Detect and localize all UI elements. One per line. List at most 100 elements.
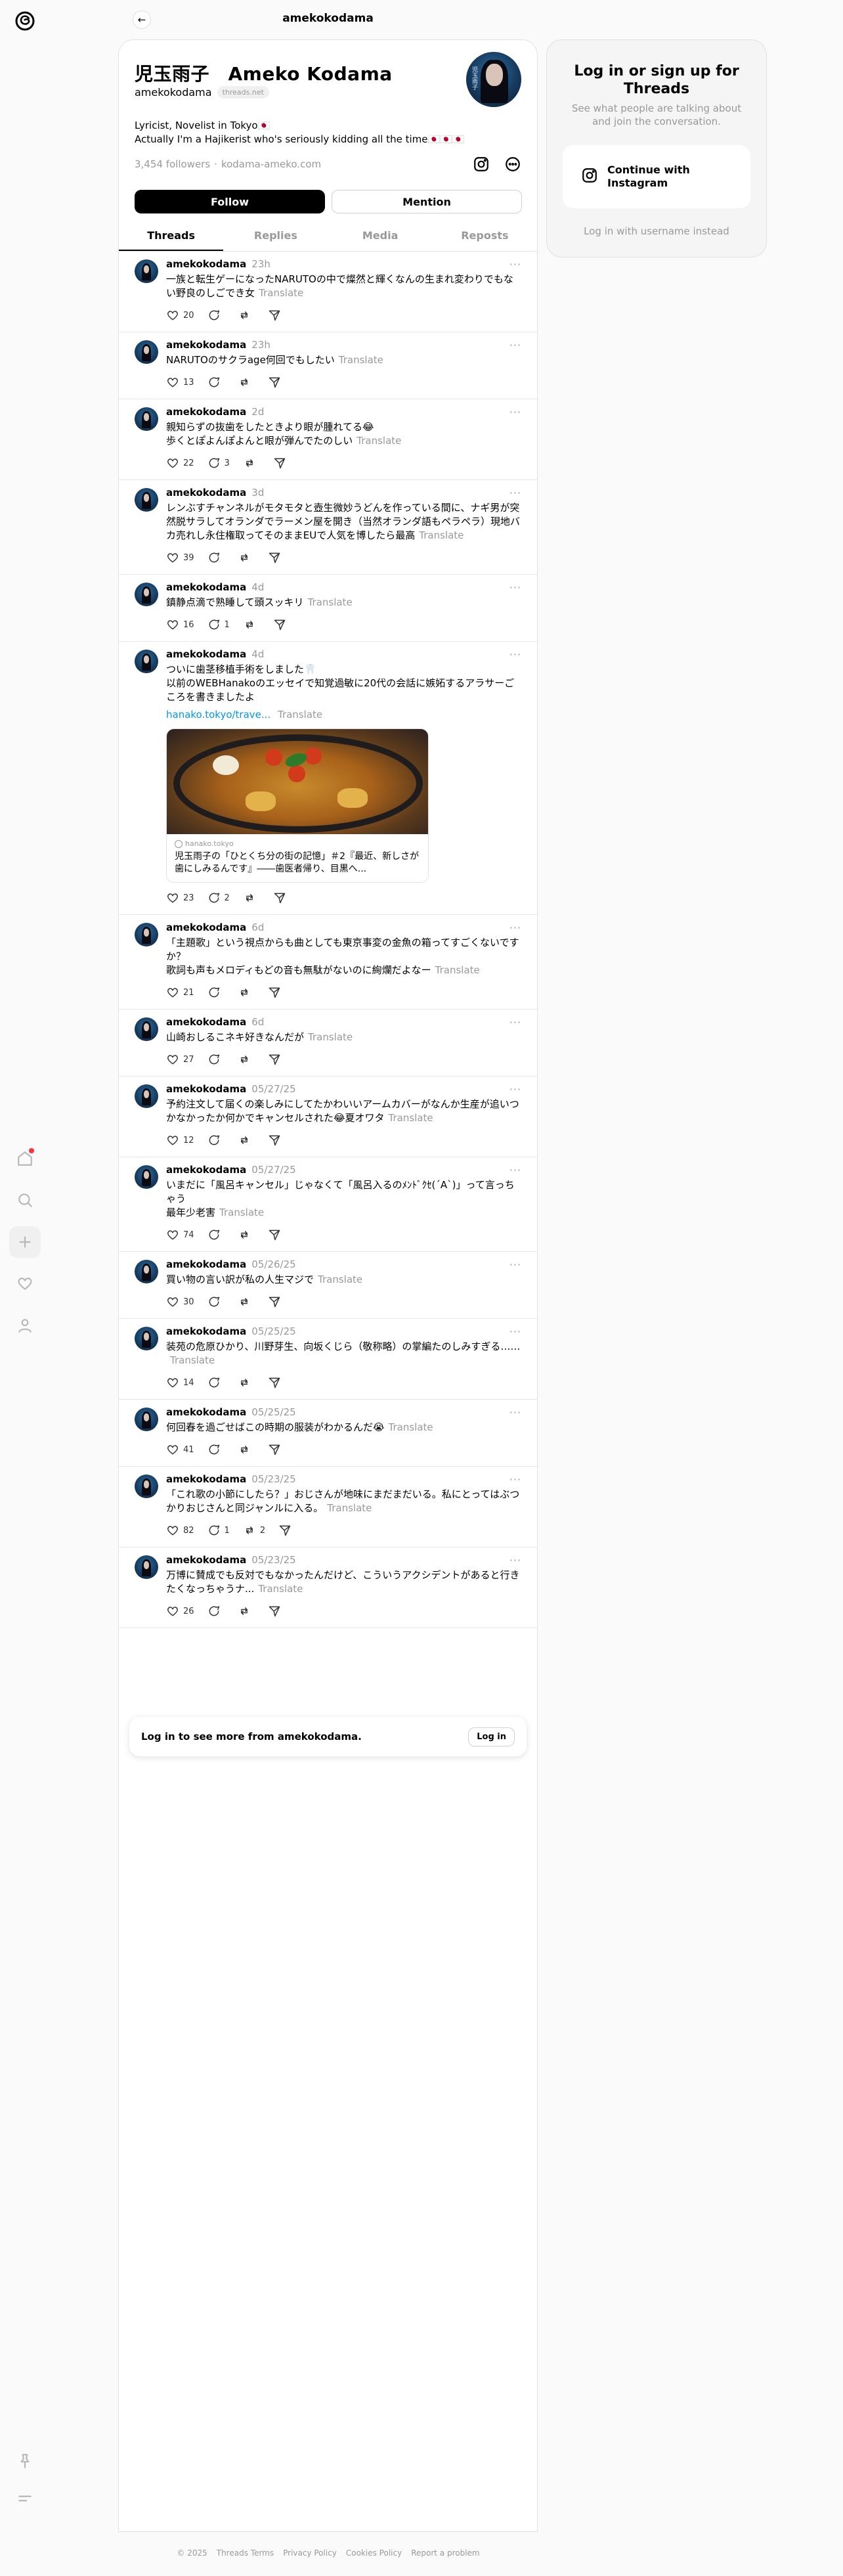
post-username[interactable]: amekokodama — [166, 1164, 246, 1176]
continue-with-instagram-button[interactable]: Continue with Instagram — [563, 145, 750, 208]
avatar[interactable] — [135, 1475, 158, 1498]
post-more-icon[interactable]: ··· — [509, 339, 521, 351]
translate-link[interactable]: Translate — [327, 1502, 372, 1514]
post-timestamp[interactable]: 23h — [251, 339, 270, 351]
like-button[interactable]: 27 — [166, 1053, 194, 1066]
post-more-icon[interactable]: ··· — [509, 648, 521, 661]
avatar[interactable] — [135, 923, 158, 946]
avatar[interactable] — [135, 259, 158, 283]
post-more-icon[interactable]: ··· — [509, 1258, 521, 1271]
footer-terms-link[interactable]: Threads Terms — [217, 2548, 274, 2558]
threads-logo-icon[interactable] — [12, 8, 38, 34]
website-link[interactable]: kodama-ameko.com — [221, 158, 321, 170]
share-button[interactable] — [268, 1295, 281, 1308]
post-timestamp[interactable]: 2d — [251, 406, 264, 418]
like-button[interactable]: 26 — [166, 1605, 194, 1618]
reply-button[interactable] — [207, 309, 225, 322]
post-timestamp[interactable]: 05/27/25 — [251, 1083, 295, 1095]
thread-post[interactable]: ··· amekokodama 6d 山崎おしるこネキ好きなんだが Transla… — [119, 1010, 537, 1077]
post-more-icon[interactable]: ··· — [509, 1016, 521, 1029]
post-timestamp[interactable]: 3d — [251, 487, 264, 499]
post-username[interactable]: amekokodama — [166, 1406, 246, 1418]
heart-activity-icon[interactable] — [9, 1268, 41, 1299]
thread-post[interactable]: ··· amekokodama 6d 「主題歌」という視点からも曲としても東京事… — [119, 915, 537, 1010]
tab-media[interactable]: Media — [328, 221, 433, 251]
more-options-icon[interactable] — [504, 156, 521, 175]
repost-button[interactable] — [243, 618, 260, 631]
repost-button[interactable] — [238, 1443, 255, 1456]
reply-button[interactable] — [207, 1376, 225, 1389]
post-timestamp[interactable]: 6d — [251, 922, 264, 933]
post-more-icon[interactable]: ··· — [509, 1164, 521, 1176]
repost-button[interactable] — [238, 1605, 255, 1618]
post-timestamp[interactable]: 6d — [251, 1016, 264, 1028]
translate-link[interactable]: Translate — [259, 287, 303, 299]
repost-button[interactable] — [243, 891, 260, 904]
tab-replies[interactable]: Replies — [223, 221, 328, 251]
reply-button[interactable]: 1 — [207, 618, 230, 631]
thread-post[interactable]: ··· amekokodama 05/25/25 何回春を過ごせばこの時期の服装… — [119, 1400, 537, 1467]
post-username[interactable]: amekokodama — [166, 406, 246, 418]
avatar[interactable] — [135, 340, 158, 364]
post-username[interactable]: amekokodama — [166, 1473, 246, 1485]
avatar[interactable]: 児玉雨子 — [466, 52, 521, 107]
reply-button[interactable]: 2 — [207, 891, 230, 904]
translate-link[interactable]: Translate — [389, 1112, 433, 1124]
repost-button[interactable] — [238, 551, 255, 564]
post-link[interactable]: hanako.tokyo/trave... — [166, 709, 270, 721]
reply-button[interactable] — [207, 1228, 225, 1241]
repost-button[interactable] — [238, 1228, 255, 1241]
like-button[interactable]: 39 — [166, 551, 194, 564]
translate-link[interactable]: Translate — [318, 1274, 362, 1285]
thread-post[interactable]: ··· amekokodama 05/23/25 「これ歌の小節にしたら？」おじ… — [119, 1467, 537, 1547]
like-button[interactable]: 22 — [166, 456, 194, 470]
username-login-link[interactable]: Log in with username instead — [547, 225, 766, 237]
like-button[interactable]: 13 — [166, 376, 194, 389]
post-more-icon[interactable]: ··· — [509, 406, 521, 418]
like-button[interactable]: 82 — [166, 1524, 194, 1537]
post-username[interactable]: amekokodama — [166, 922, 246, 933]
like-button[interactable]: 23 — [166, 891, 194, 904]
post-timestamp[interactable]: 23h — [251, 258, 270, 270]
post-timestamp[interactable]: 05/23/25 — [251, 1473, 295, 1485]
like-button[interactable]: 20 — [166, 309, 194, 322]
post-username[interactable]: amekokodama — [166, 648, 246, 660]
reply-button[interactable] — [207, 551, 225, 564]
translate-link[interactable]: Translate — [219, 1207, 264, 1218]
follow-button[interactable]: Follow — [135, 190, 325, 213]
tab-reposts[interactable]: Reposts — [433, 221, 537, 251]
like-button[interactable]: 16 — [166, 618, 194, 631]
post-timestamp[interactable]: 05/25/25 — [251, 1406, 295, 1418]
footer-privacy-link[interactable]: Privacy Policy — [283, 2548, 337, 2558]
repost-button[interactable] — [238, 986, 255, 999]
thread-post[interactable]: ··· amekokodama 3d レンぶすチャンネルがモタモタと壺生微妙うど… — [119, 480, 537, 575]
avatar[interactable] — [135, 1327, 158, 1350]
thread-post[interactable]: ··· amekokodama 23h NARUTOのサクラage何回でもしたい… — [119, 332, 537, 399]
avatar[interactable] — [135, 1260, 158, 1283]
avatar[interactable] — [135, 488, 158, 512]
translate-link[interactable]: Translate — [435, 964, 480, 976]
avatar[interactable] — [135, 583, 158, 606]
instagram-icon[interactable] — [473, 156, 490, 175]
like-button[interactable]: 12 — [166, 1134, 194, 1147]
mention-button[interactable]: Mention — [332, 190, 522, 213]
post-username[interactable]: amekokodama — [166, 1554, 246, 1566]
like-button[interactable]: 74 — [166, 1228, 194, 1241]
like-button[interactable]: 30 — [166, 1295, 194, 1308]
repost-button[interactable] — [238, 1134, 255, 1147]
share-button[interactable] — [268, 1376, 281, 1389]
reply-button[interactable] — [207, 1443, 225, 1456]
repost-button[interactable] — [238, 309, 255, 322]
tab-threads[interactable]: Threads — [119, 221, 224, 251]
share-button[interactable] — [268, 309, 281, 322]
post-more-icon[interactable]: ··· — [509, 581, 521, 594]
post-username[interactable]: amekokodama — [166, 487, 246, 499]
translate-link[interactable]: Translate — [170, 1354, 215, 1366]
share-button[interactable] — [268, 1228, 281, 1241]
menu-icon[interactable] — [9, 2483, 41, 2514]
thread-post[interactable]: ··· amekokodama 05/26/25 買い物の言い訳が私の人生マジで… — [119, 1252, 537, 1319]
post-more-icon[interactable]: ··· — [509, 1325, 521, 1338]
reply-button[interactable] — [207, 1605, 225, 1618]
footer-report-link[interactable]: Report a problem — [411, 2548, 479, 2558]
post-timestamp[interactable]: 05/27/25 — [251, 1164, 295, 1176]
